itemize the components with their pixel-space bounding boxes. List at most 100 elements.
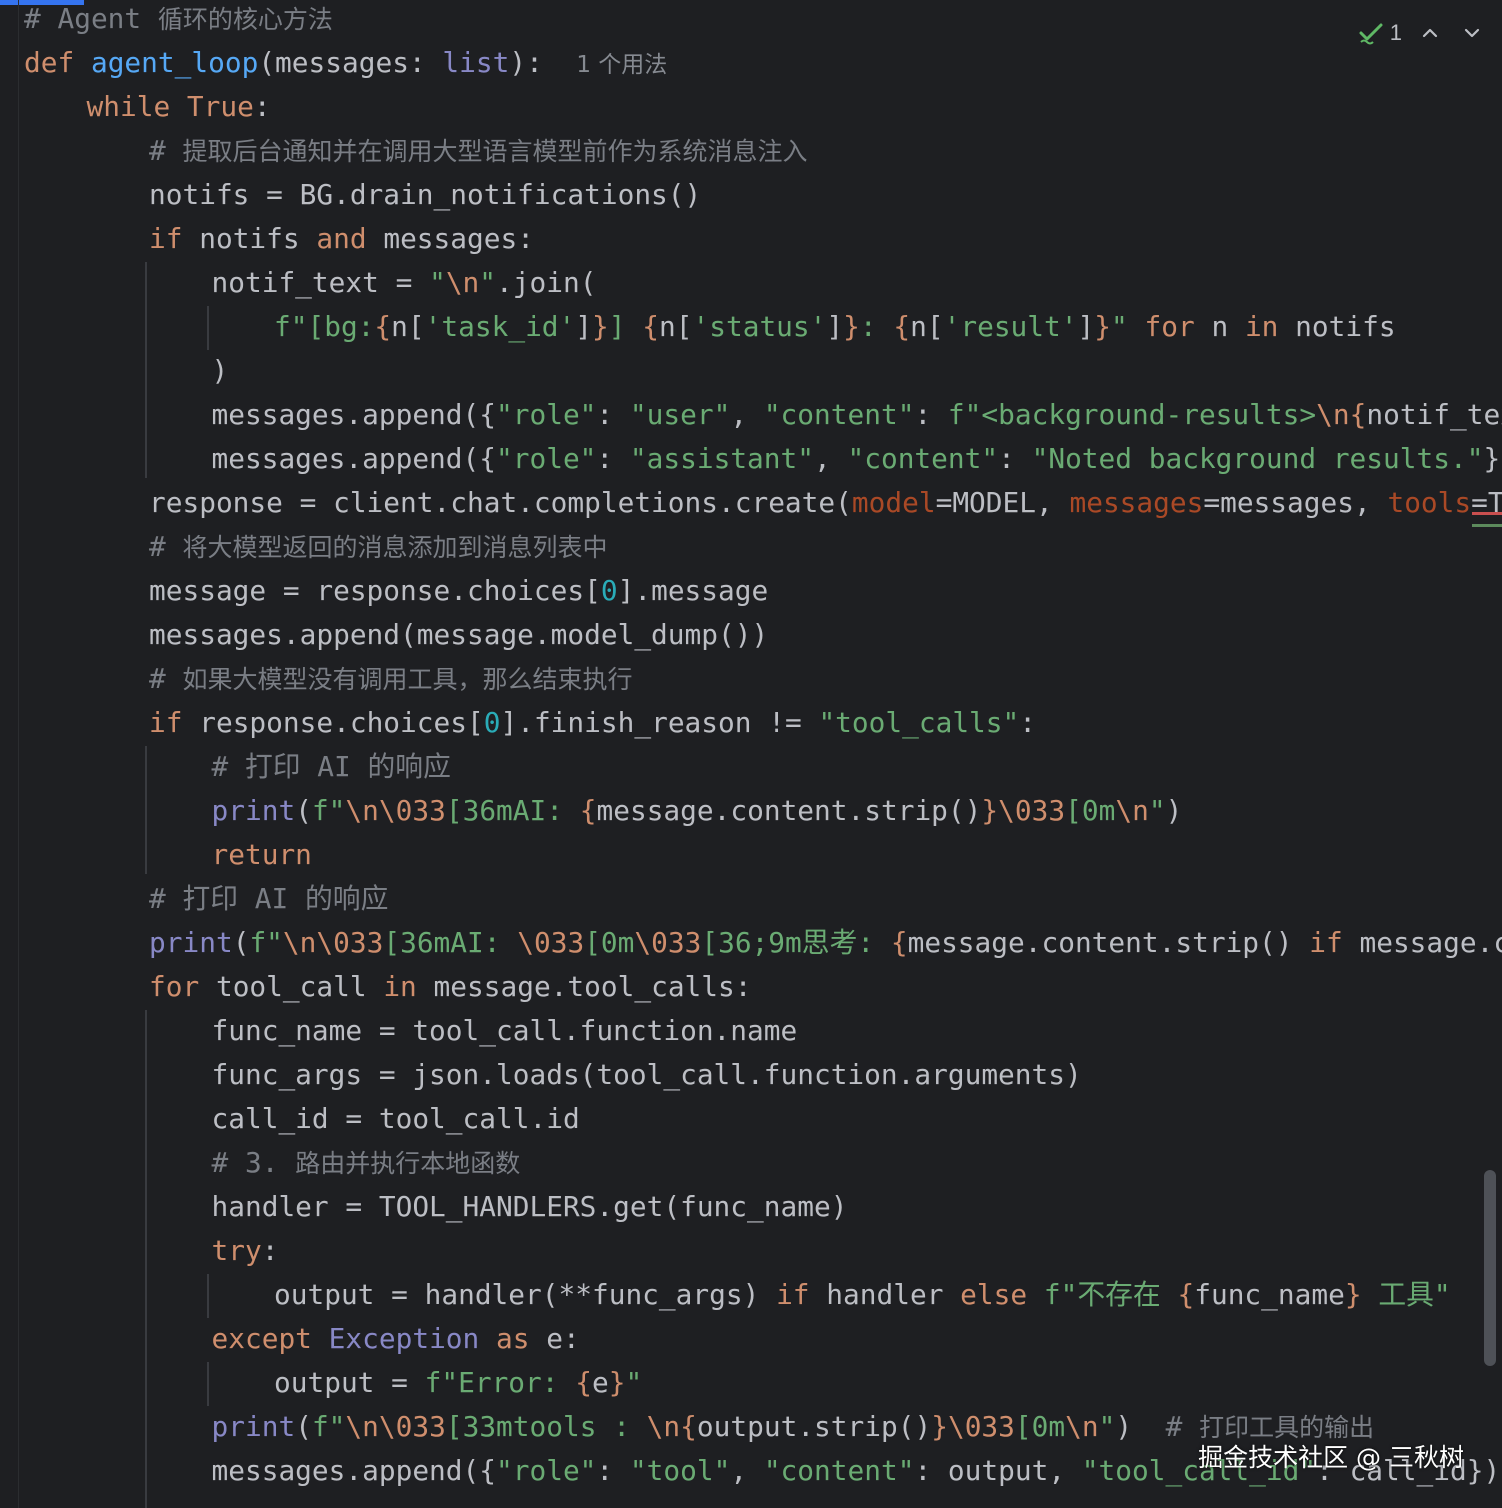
- code-line[interactable]: func_args = json.loads(tool_call.functio…: [212, 1053, 1082, 1097]
- code-line[interactable]: for tool_call in message.tool_calls:: [149, 965, 752, 1009]
- next-highlight-button[interactable]: [1458, 19, 1486, 47]
- code-line[interactable]: func_name = tool_call.function.name: [212, 1009, 798, 1053]
- code-line[interactable]: messages.append(message.model_dump()): [149, 613, 768, 657]
- code-token: [36mAI:: [383, 926, 518, 959]
- code-token: ,: [730, 1454, 764, 1487]
- code-token: list: [442, 46, 510, 79]
- code-line[interactable]: try:: [212, 1229, 279, 1273]
- code-line[interactable]: output = f"Error: {e}": [274, 1361, 642, 1405]
- code-token: [33mtools :: [445, 1410, 647, 1443]
- code-token: ,: [730, 398, 764, 431]
- code-editor[interactable]: # Agent 循环的核心方法 def agent_loop(messages: …: [0, 0, 1502, 1508]
- code-line[interactable]: while True:: [87, 85, 271, 129]
- indent-guide: [207, 1274, 209, 1318]
- code-token: print: [211, 794, 296, 827]
- code-token: e: [592, 1366, 609, 1399]
- code-token: 'status': [692, 310, 827, 343]
- code-token: tools: [1387, 486, 1472, 519]
- code-token: ].finish_reason !=: [500, 706, 819, 739]
- code-line[interactable]: # 打印 AI 的响应: [149, 877, 388, 921]
- code-token: {: [642, 310, 660, 343]
- code-token: print: [149, 926, 233, 959]
- code-token: message = response.choices[: [149, 574, 601, 607]
- code-token: }: [1344, 1278, 1362, 1311]
- code-line[interactable]: print(f"\n\033[36mAI: \033[0m\033[36;9m思…: [149, 921, 1502, 965]
- code-token: :: [261, 1234, 279, 1267]
- code-token: [0m: [1014, 1410, 1066, 1443]
- code-token: n: [1211, 310, 1245, 343]
- code-line[interactable]: handler = TOOL_HANDLERS.get(func_name): [212, 1185, 848, 1229]
- code-line[interactable]: notifs = BG.drain_notifications(): [149, 173, 701, 217]
- code-token: \n\033: [282, 926, 384, 959]
- code-token: {: [374, 310, 392, 343]
- change-stripe-marker[interactable]: [1472, 524, 1502, 527]
- code-line[interactable]: ): [212, 349, 229, 393]
- code-token: else: [960, 1278, 1044, 1311]
- code-token: :: [596, 398, 630, 431]
- code-line[interactable]: output = handler(**func_args) if handler…: [274, 1273, 1451, 1317]
- code-token: message.content: [1359, 926, 1502, 959]
- code-token: notifs: [1295, 310, 1396, 343]
- code-token: "role": [496, 442, 597, 475]
- code-line[interactable]: # 提取后台通知并在调用大型语言模型前作为系统消息注入: [149, 129, 808, 173]
- code-line[interactable]: notif_text = "\n".join(: [212, 261, 597, 305]
- code-token: }): [1483, 442, 1502, 475]
- code-token: True: [186, 90, 254, 123]
- code-token: .join(: [496, 266, 597, 299]
- code-line[interactable]: call_id = tool_call.id: [212, 1097, 580, 1141]
- code-token: if: [1309, 926, 1360, 959]
- code-token: "tool_calls": [818, 706, 1020, 739]
- code-token: for: [1144, 310, 1212, 343]
- code-token: :: [859, 310, 894, 343]
- code-line[interactable]: message = response.choices[0].message: [149, 569, 768, 613]
- code-token: {: [579, 794, 597, 827]
- code-line[interactable]: if response.choices[0].finish_reason != …: [149, 701, 1036, 745]
- error-stripe-marker[interactable]: [1472, 512, 1502, 515]
- code-token: messages.append(message.model_dump()): [149, 618, 769, 651]
- inspection-status[interactable]: 1: [1358, 20, 1402, 46]
- code-line[interactable]: except Exception as e:: [212, 1317, 580, 1361]
- code-token: Exception: [328, 1322, 497, 1355]
- code-token: [36;9m思考:: [701, 926, 891, 959]
- code-token: }: [1094, 310, 1111, 343]
- code-token: e:: [546, 1322, 580, 1355]
- code-token: while: [86, 90, 187, 123]
- code-line[interactable]: response = client.chat.completions.creat…: [149, 481, 1502, 525]
- code-token: 1 个用法: [576, 52, 668, 78]
- vertical-scrollbar-thumb[interactable]: [1484, 1170, 1496, 1366]
- code-token: 循环的核心方法: [157, 5, 333, 34]
- code-line[interactable]: if notifs and messages:: [149, 217, 534, 261]
- code-token: def: [24, 46, 91, 79]
- code-line[interactable]: messages.append({"role": "assistant", "c…: [212, 437, 1502, 481]
- code-line[interactable]: messages.append({"role": "user", "conten…: [212, 393, 1502, 437]
- code-token: "user": [629, 398, 731, 431]
- code-token: 如果大模型没有调用工具，那么结束执行: [182, 665, 633, 694]
- code-token: f"[bg:: [274, 310, 375, 343]
- code-token: ": [625, 1366, 643, 1399]
- code-token: #: [149, 530, 183, 563]
- code-token: {: [680, 1410, 697, 1443]
- code-token: (: [295, 1410, 312, 1443]
- code-line[interactable]: def agent_loop(messages: list): 1 个用法: [24, 41, 667, 85]
- code-line[interactable]: # 3. 路由并执行本地函数: [212, 1141, 521, 1185]
- code-token: call_id = tool_call.id: [211, 1102, 580, 1135]
- code-line[interactable]: # 打印 AI 的响应: [212, 745, 451, 789]
- code-line[interactable]: # 将大模型返回的消息添加到消息列表中: [149, 525, 608, 569]
- code-token: # 打印 AI 的响应: [149, 882, 389, 915]
- check-double-icon: [1359, 23, 1383, 45]
- code-token: ": [1111, 310, 1128, 343]
- code-token: f": [249, 926, 283, 959]
- code-line[interactable]: print(f"\n\033[36mAI: {message.content.s…: [212, 789, 1183, 833]
- code-token: f"不存在: [1043, 1278, 1178, 1311]
- code-token: \n: [1316, 398, 1350, 431]
- code-token: \n: [445, 266, 480, 299]
- previous-highlight-button[interactable]: [1416, 19, 1444, 47]
- code-token: :: [1019, 706, 1037, 739]
- code-token: \033: [634, 926, 702, 959]
- code-line[interactable]: return: [212, 833, 312, 877]
- code-line[interactable]: # Agent 循环的核心方法: [24, 0, 333, 41]
- code-line[interactable]: f"[bg:{n['task_id']}] {n['status']}: {n[…: [274, 305, 1396, 349]
- code-line[interactable]: # 如果大模型没有调用工具，那么结束执行: [149, 657, 633, 701]
- code-token: ):: [509, 46, 577, 79]
